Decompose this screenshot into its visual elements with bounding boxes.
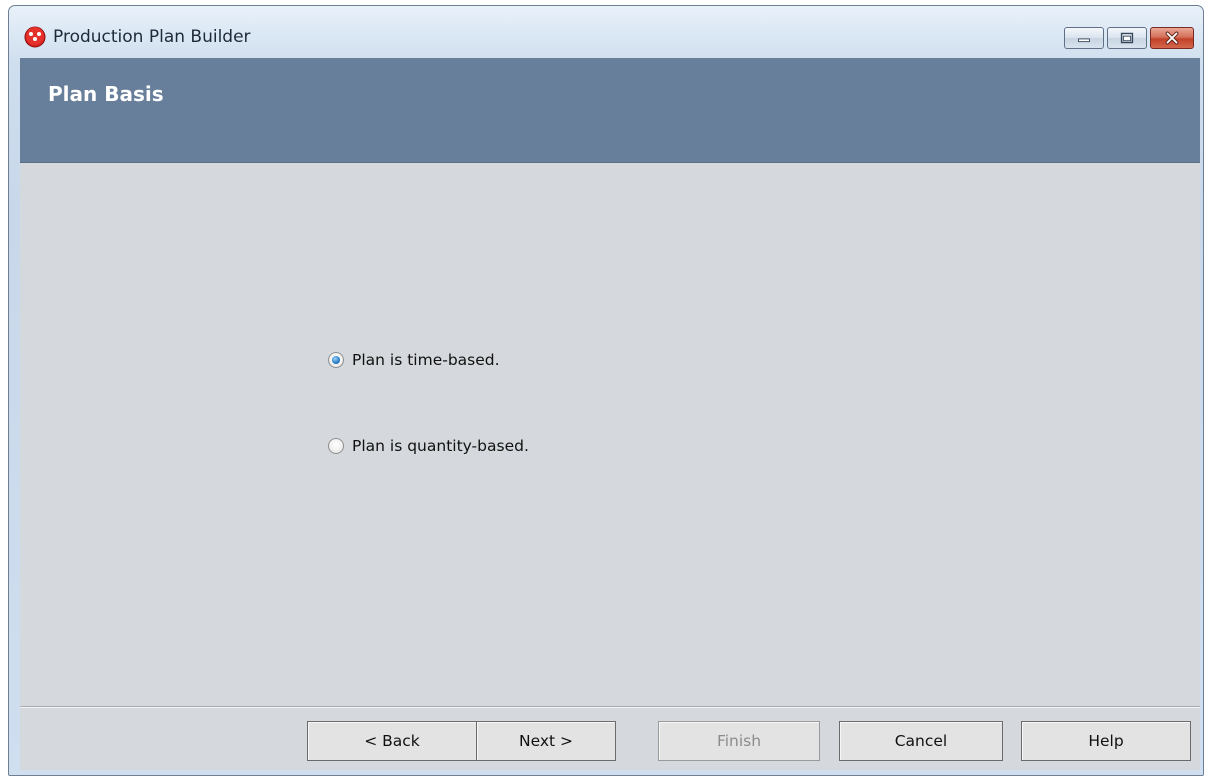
quantity-based-label[interactable]: Plan is quantity-based. bbox=[352, 437, 529, 455]
time-based-label[interactable]: Plan is time-based. bbox=[352, 351, 500, 369]
radio-selected-dot bbox=[332, 356, 340, 364]
close-icon bbox=[1165, 31, 1179, 45]
finish-button[interactable]: Finish bbox=[658, 721, 820, 761]
caption-buttons bbox=[1064, 27, 1194, 49]
title-bar[interactable]: Production Plan Builder bbox=[9, 6, 1203, 58]
time-based-radio[interactable] bbox=[328, 352, 344, 368]
content-panel: Plan is time-based. Plan is quantity-bas… bbox=[20, 163, 1200, 705]
quantity-based-radio[interactable] bbox=[328, 438, 344, 454]
close-button[interactable] bbox=[1150, 27, 1194, 49]
wizard-window: Production Plan Builder Plan Basis Plan … bbox=[8, 5, 1204, 776]
window-title: Production Plan Builder bbox=[53, 27, 251, 47]
quantity-based-option[interactable]: Plan is quantity-based. bbox=[328, 437, 529, 455]
page-title: Plan Basis bbox=[48, 82, 164, 106]
client-area: Plan Basis Plan is time-based. Plan is q… bbox=[20, 58, 1200, 770]
minimize-button[interactable] bbox=[1064, 27, 1104, 49]
time-based-option[interactable]: Plan is time-based. bbox=[328, 351, 500, 369]
next-button[interactable]: Next > bbox=[476, 721, 616, 761]
help-button[interactable]: Help bbox=[1021, 721, 1191, 761]
back-button[interactable]: < Back bbox=[307, 721, 477, 761]
header-banner: Plan Basis bbox=[20, 58, 1200, 163]
maximize-icon bbox=[1120, 32, 1134, 44]
cancel-button[interactable]: Cancel bbox=[839, 721, 1003, 761]
maximize-button[interactable] bbox=[1107, 27, 1147, 49]
minimize-icon bbox=[1078, 38, 1090, 43]
footer-buttons: < Back Next > Finish Cancel Help bbox=[20, 708, 1200, 770]
red-dots-icon bbox=[24, 26, 46, 48]
